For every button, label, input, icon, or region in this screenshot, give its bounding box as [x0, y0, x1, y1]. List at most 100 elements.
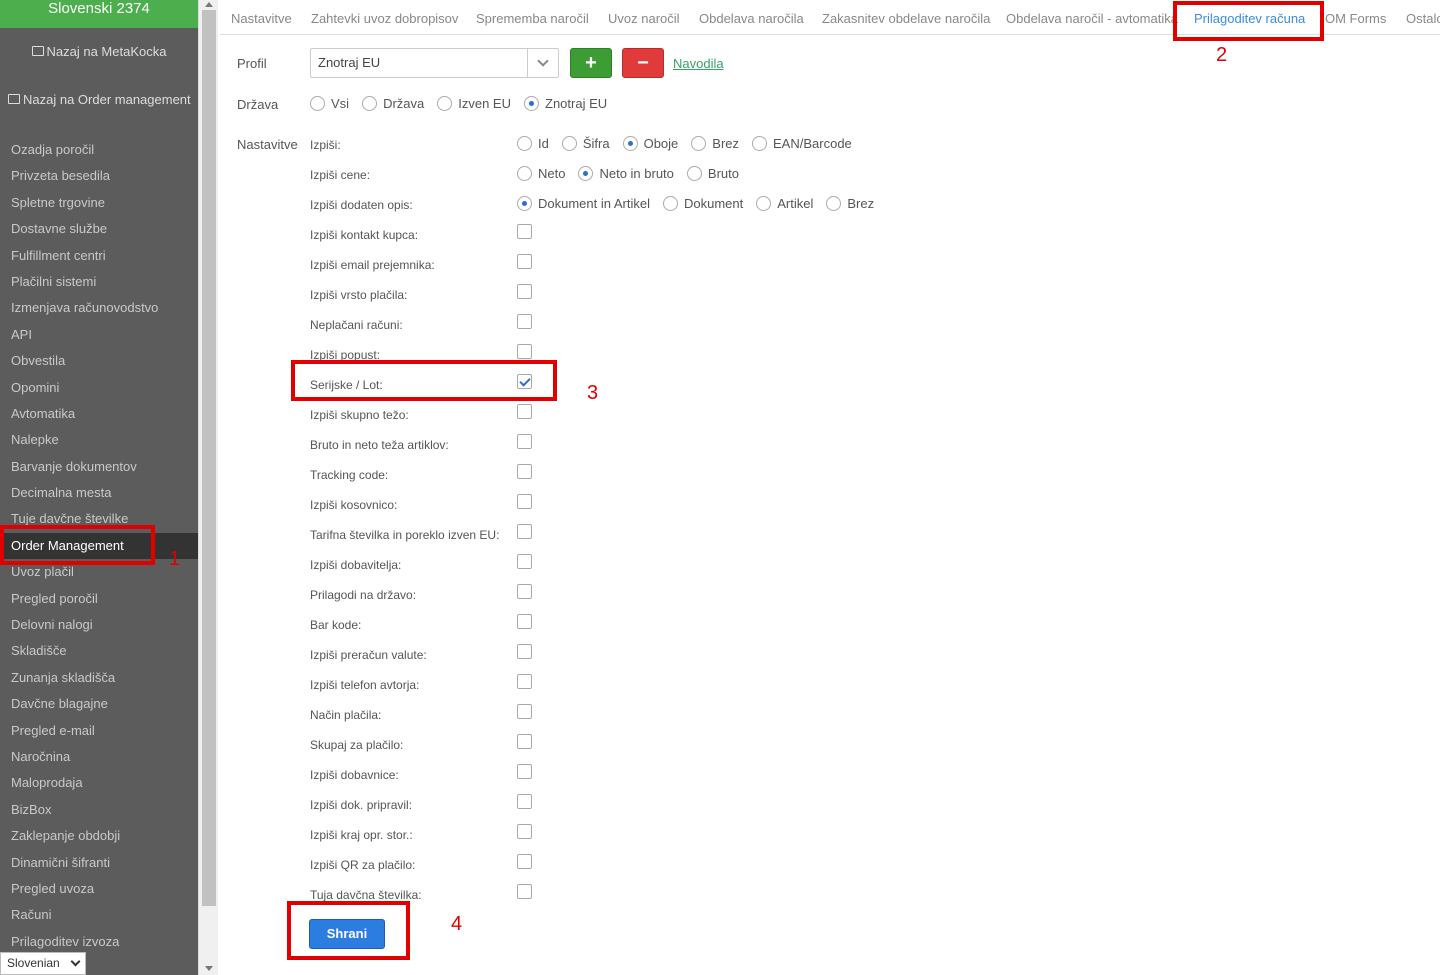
- izpisi-radio-id[interactable]: Id: [517, 136, 549, 151]
- setting-checkbox-izpisi-kraj-opr-stor[interactable]: [517, 824, 532, 839]
- setting-checkbox-tarifna-stevilka-in-poreklo-izven-eu[interactable]: [517, 524, 532, 539]
- setting-checkbox-izpisi-telefon-avtorja[interactable]: [517, 674, 532, 689]
- setting-checkbox-prilagodi-na-drzavo[interactable]: [517, 584, 532, 599]
- setting-checkbox-izpisi-kontakt-kupca[interactable]: [517, 224, 532, 239]
- sidebar-item-dostavne-sluzbe[interactable]: Dostavne službe: [0, 216, 198, 242]
- sidebar-item-spletne-trgovine[interactable]: Spletne trgovine: [0, 190, 198, 216]
- setting-checkbox-bruto-in-neto-teza-artiklov[interactable]: [517, 434, 532, 449]
- setting-checkbox-izpisi-skupno-tezo[interactable]: [517, 404, 532, 419]
- setting-checkbox-izpisi-dok-pripravil[interactable]: [517, 794, 532, 809]
- setting-checkbox-izpisi-preracun-valute[interactable]: [517, 644, 532, 659]
- setting-checkbox-tracking-code[interactable]: [517, 464, 532, 479]
- sidebar-item-bizbox[interactable]: BizBox: [0, 797, 198, 823]
- radio-circle-icon[interactable]: [691, 136, 707, 151]
- opis-radio-artikel[interactable]: Artikel: [756, 196, 813, 211]
- add-profile-button[interactable]: +: [570, 48, 612, 78]
- sidebar-scrollbar[interactable]: [198, 0, 218, 975]
- sidebar-item-izmenjava-racunovodstvo[interactable]: Izmenjava računovodstvo: [0, 295, 198, 321]
- radio-circle-icon[interactable]: [517, 136, 532, 151]
- sidebar-item-placilni-sistemi[interactable]: Plačilni sistemi: [0, 269, 198, 295]
- izpisi-radio-sifra[interactable]: Šifra: [561, 136, 610, 151]
- izpisi-radio-brez[interactable]: Brez: [691, 136, 739, 151]
- cene-radio-bruto[interactable]: Bruto: [686, 166, 739, 181]
- drzava-radio-vsi[interactable]: Vsi: [310, 96, 349, 111]
- opis-radio-brez[interactable]: Brez: [826, 196, 874, 211]
- setting-checkbox-tuja-davcna-stevilka[interactable]: [517, 884, 532, 899]
- sidebar-item-api[interactable]: API: [0, 322, 198, 348]
- sidebar-item-nalepke[interactable]: Nalepke: [0, 427, 198, 453]
- setting-checkbox-izpisi-email-prejemnika[interactable]: [517, 254, 532, 269]
- radio-circle-icon[interactable]: [362, 96, 378, 111]
- drzava-radio-znotraj-eu[interactable]: Znotraj EU: [524, 96, 607, 111]
- tab-om-forms[interactable]: OM Forms: [1325, 11, 1386, 26]
- tab-zakasnitev-obdelave-narocila[interactable]: Zakasnitev obdelave naročila: [822, 11, 990, 26]
- opis-radio-dokument-in-artikel[interactable]: Dokument in Artikel: [517, 196, 650, 211]
- radio-circle-icon[interactable]: [663, 196, 678, 211]
- sidebar-item-decimalna-mesta[interactable]: Decimalna mesta: [0, 480, 198, 506]
- sidebar-item-zunanja-skladisca[interactable]: Zunanja skladišča: [0, 665, 198, 691]
- back-metakocka-link[interactable]: Nazaj na MetaKocka: [0, 44, 198, 59]
- drzava-radio-izven-eu[interactable]: Izven EU: [437, 96, 511, 111]
- delete-profile-button[interactable]: −: [622, 48, 664, 78]
- sidebar-item-ozadja-porocil[interactable]: Ozadja poročil: [0, 137, 198, 163]
- sidebar-item-dinamicni-sifranti[interactable]: Dinamični šifranti: [0, 850, 198, 876]
- setting-checkbox-izpisi-qr-za-placilo[interactable]: [517, 854, 532, 869]
- drzava-radio-drzava[interactable]: Država: [362, 96, 424, 111]
- tab-obdelava-narocila[interactable]: Obdelava naročila: [699, 11, 804, 26]
- sidebar-item-davcne-blagajne[interactable]: Davčne blagajne: [0, 691, 198, 717]
- tab-obdelava-narocil-avtomatika[interactable]: Obdelava naročil - avtomatika: [1006, 11, 1178, 26]
- scroll-up-arrow-icon[interactable]: [205, 2, 213, 7]
- help-link[interactable]: Navodila: [673, 56, 724, 71]
- radio-circle-icon[interactable]: [437, 96, 453, 111]
- radio-circle-icon[interactable]: [752, 136, 768, 151]
- sidebar-item-barvanje-dokumentov[interactable]: Barvanje dokumentov: [0, 454, 198, 480]
- sidebar-item-privzeta-besedila[interactable]: Privzeta besedila: [0, 163, 198, 189]
- sidebar-item-pregled-porocil[interactable]: Pregled poročil: [0, 586, 198, 612]
- sidebar-item-avtomatika[interactable]: Avtomatika: [0, 401, 198, 427]
- cene-radio-neto[interactable]: Neto: [517, 166, 565, 181]
- setting-checkbox-nacin-placila[interactable]: [517, 704, 532, 719]
- setting-checkbox-bar-kode[interactable]: [517, 614, 532, 629]
- sidebar-item-zaklepanje-obdobji[interactable]: Zaklepanje obdobji: [0, 823, 198, 849]
- sidebar-item-narocnina[interactable]: Naročnina: [0, 744, 198, 770]
- profil-select[interactable]: Znotraj EU: [310, 48, 559, 78]
- tab-nastavitve[interactable]: Nastavitve: [231, 11, 292, 26]
- radio-circle-icon[interactable]: [756, 196, 772, 211]
- sidebar-item-racuni[interactable]: Računi: [0, 902, 198, 928]
- sidebar-item-pregled-e-mail[interactable]: Pregled e-mail: [0, 718, 198, 744]
- sidebar-item-obvestila[interactable]: Obvestila: [0, 348, 198, 374]
- scrollbar-thumb[interactable]: [202, 10, 216, 906]
- setting-checkbox-skupaj-za-placilo[interactable]: [517, 734, 532, 749]
- radio-circle-icon[interactable]: [578, 166, 594, 181]
- tab-ostalo[interactable]: Ostalo: [1406, 11, 1440, 26]
- cene-radio-neto-in-bruto[interactable]: Neto in bruto: [578, 166, 674, 181]
- scroll-down-arrow-icon[interactable]: [205, 966, 213, 971]
- sidebar-item-maloprodaja[interactable]: Maloprodaja: [0, 770, 198, 796]
- radio-circle-icon[interactable]: [517, 166, 532, 181]
- sidebar-item-fulfillment-centri[interactable]: Fulfillment centri: [0, 243, 198, 269]
- sidebar-item-delovni-nalogi[interactable]: Delovni nalogi: [0, 612, 198, 638]
- back-order-management-link[interactable]: Nazaj na Order management: [0, 92, 198, 107]
- tab-zahtevki-uvoz-dobropisov[interactable]: Zahtevki uvoz dobropisov: [311, 11, 458, 26]
- radio-circle-icon[interactable]: [826, 196, 842, 211]
- opis-radio-dokument[interactable]: Dokument: [663, 196, 743, 211]
- tab-sprememba-narocil[interactable]: Sprememba naročil: [476, 11, 589, 26]
- radio-circle-icon[interactable]: [561, 136, 577, 151]
- setting-checkbox-izpisi-kosovnico[interactable]: [517, 494, 532, 509]
- izpisi-radio-ean-barcode[interactable]: EAN/Barcode: [752, 136, 852, 151]
- sidebar-item-skladisce[interactable]: Skladišče: [0, 638, 198, 664]
- radio-circle-icon[interactable]: [622, 136, 638, 151]
- radio-circle-icon[interactable]: [524, 96, 539, 111]
- tab-uvoz-narocil[interactable]: Uvoz naročil: [608, 11, 680, 26]
- setting-checkbox-izpisi-vrsto-placila[interactable]: [517, 284, 532, 299]
- radio-circle-icon[interactable]: [517, 196, 532, 211]
- radio-circle-icon[interactable]: [686, 166, 702, 181]
- language-select[interactable]: Slovenian: [0, 952, 86, 975]
- setting-checkbox-izpisi-popust[interactable]: [517, 344, 532, 359]
- sidebar-item-opomini[interactable]: Opomini: [0, 375, 198, 401]
- sidebar-item-pregled-uvoza[interactable]: Pregled uvoza: [0, 876, 198, 902]
- setting-checkbox-izpisi-dobavitelja[interactable]: [517, 554, 532, 569]
- setting-checkbox-izpisi-dobavnice[interactable]: [517, 764, 532, 779]
- setting-checkbox-neplacani-racuni[interactable]: [517, 314, 532, 329]
- izpisi-radio-oboje[interactable]: Oboje: [622, 136, 678, 151]
